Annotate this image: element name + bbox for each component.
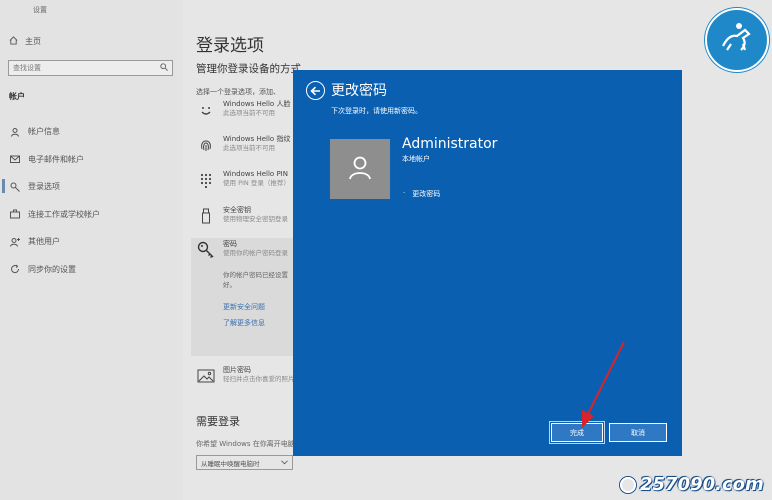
watermark-text: 257090.com: [640, 474, 764, 495]
rider-logo-icon: [715, 16, 759, 64]
watermark: 257090.com: [620, 474, 764, 495]
watermark-swirl-icon: [620, 476, 636, 493]
logo: [705, 8, 769, 72]
annotation-arrow: [582, 341, 625, 428]
